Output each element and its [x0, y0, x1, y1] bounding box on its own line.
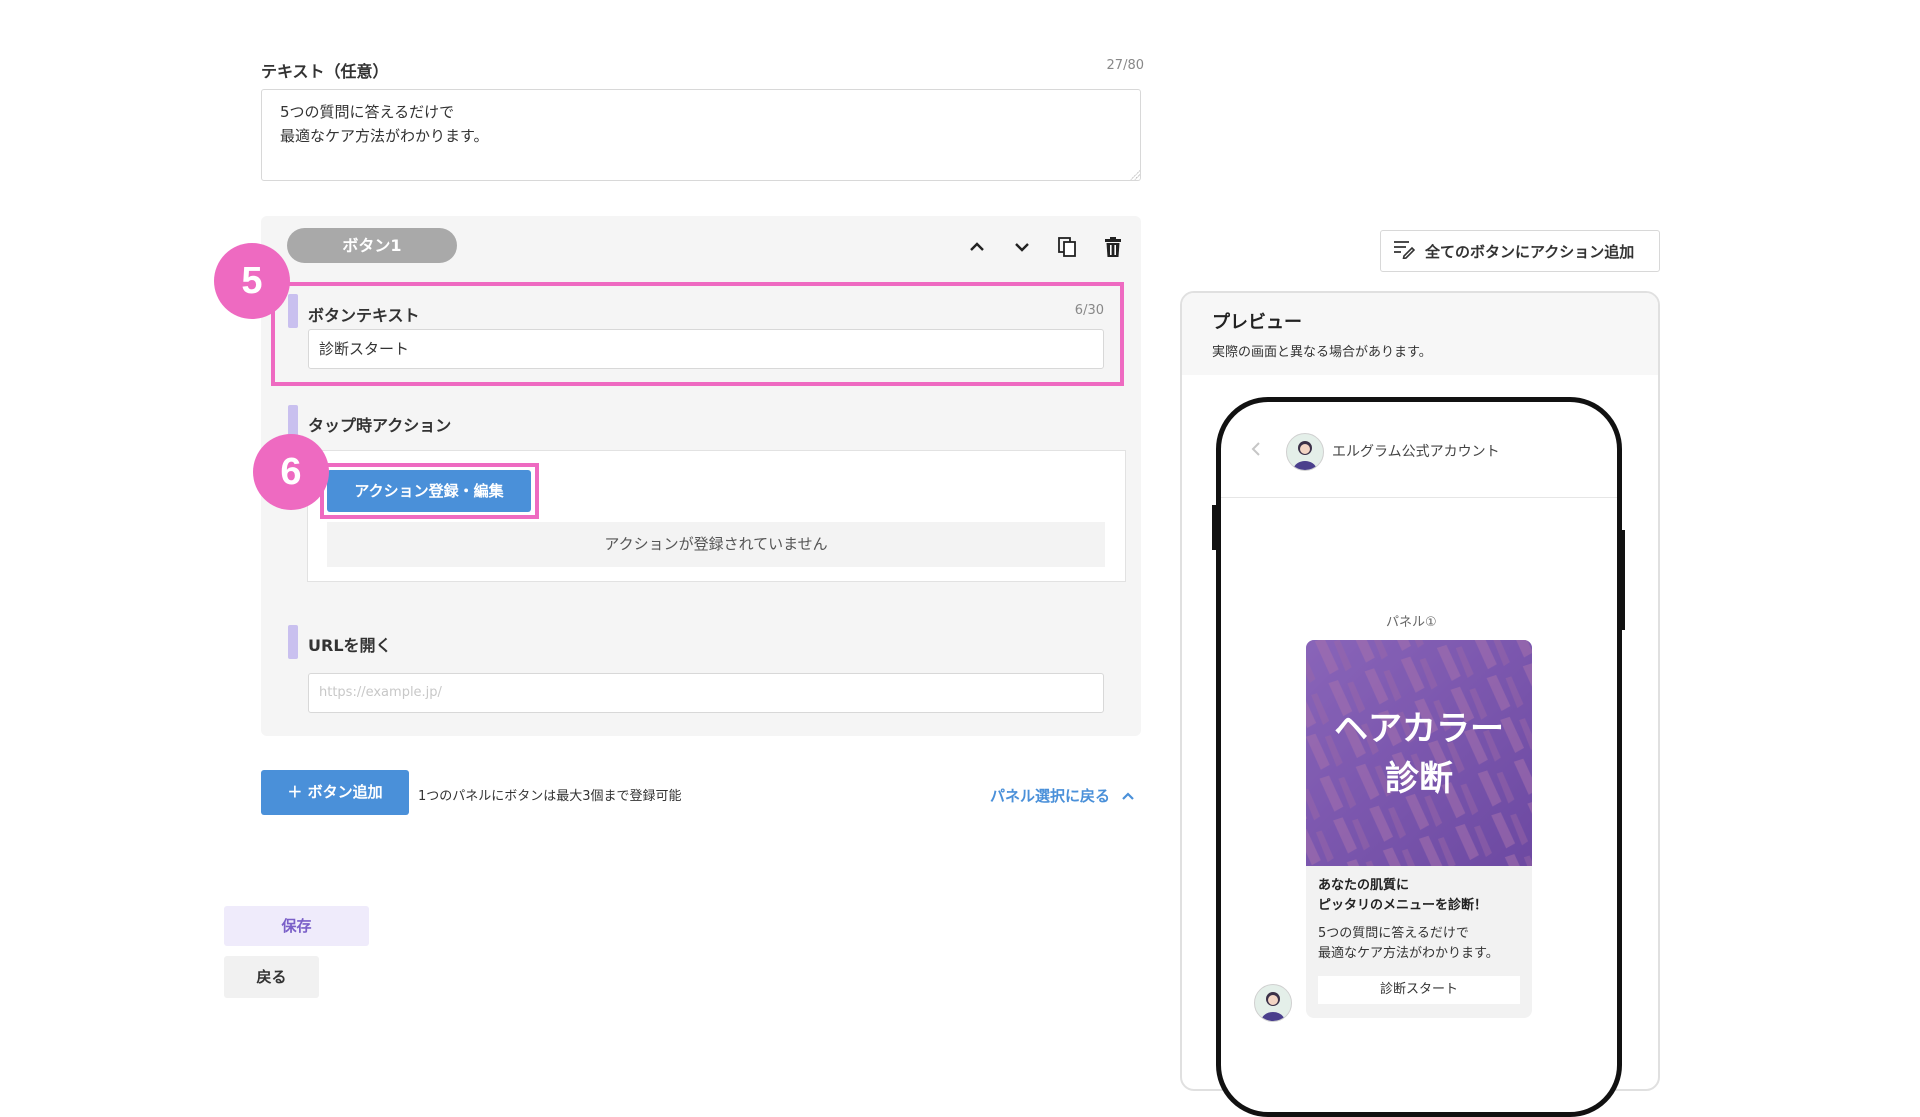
preview-title: プレビュー	[1212, 312, 1302, 333]
text-textarea[interactable]: 5つの質問に答えるだけで 最適なケア方法がわかります。	[261, 89, 1141, 181]
copy-icon[interactable]	[1052, 232, 1082, 262]
card-image-title-2: 診断	[1385, 759, 1453, 799]
chevron-down-icon[interactable]	[1007, 232, 1037, 262]
max-buttons-note: 1つのパネルにボタンは最大3個まで登録可能	[418, 789, 682, 804]
accent-bar	[288, 625, 298, 659]
step5-highlight-box	[271, 282, 1124, 386]
card-action-button[interactable]: 診断スタート	[1318, 976, 1520, 1004]
phone-side-button	[1617, 530, 1625, 630]
phone-side-button	[1212, 505, 1220, 550]
tap-action-label: タップ時アクション	[308, 416, 452, 435]
trash-icon[interactable]	[1098, 232, 1128, 262]
no-action-message: アクションが登録されていません	[327, 522, 1105, 567]
add-button[interactable]: ＋ ボタン追加	[261, 770, 409, 815]
chevron-up-icon	[1121, 789, 1135, 805]
panel-label: パネル①	[1386, 615, 1437, 630]
chevron-up-icon[interactable]	[962, 232, 992, 262]
filter-edit-icon	[1393, 239, 1416, 263]
message-avatar	[1254, 984, 1292, 1022]
return-button[interactable]: 戻る	[224, 956, 319, 998]
preview-header	[1182, 293, 1658, 375]
card-image: ヘアカラー 診断	[1306, 640, 1532, 866]
save-button[interactable]: 保存	[224, 906, 369, 946]
card-title: あなたの肌質に ピッタリのメニューを診断！	[1318, 878, 1488, 913]
account-name: エルグラム公式アカウント	[1332, 444, 1500, 460]
step6-badge: 6	[253, 434, 329, 510]
back-to-panel-link[interactable]: パネル選択に戻る	[990, 785, 1135, 806]
step5-badge: 5	[214, 243, 290, 319]
back-link-label: パネル選択に戻る	[990, 787, 1111, 805]
add-action-all-button[interactable]: 全てのボタンにアクション追加	[1380, 230, 1660, 272]
add-action-all-label: 全てのボタンにアクション追加	[1425, 242, 1635, 261]
preview-subtitle: 実際の画面と異なる場合があります。	[1212, 345, 1432, 360]
url-input[interactable]: https://example.jp/	[308, 673, 1104, 713]
button-tab-pill[interactable]: ボタン1	[287, 228, 457, 263]
chevron-left-icon	[1250, 440, 1262, 463]
step6-highlight-box	[320, 463, 539, 519]
text-char-count: 27/80	[1106, 58, 1144, 73]
card-image-title-1: ヘアカラー	[1334, 709, 1504, 749]
text-field-label: テキスト（任意）	[261, 62, 389, 81]
card-text: 5つの質問に答えるだけで 最適なケア方法がわかります。	[1318, 926, 1499, 961]
resize-handle[interactable]	[1130, 170, 1140, 180]
chat-header-divider	[1221, 497, 1617, 498]
account-avatar	[1286, 433, 1324, 471]
url-label: URLを開く	[308, 636, 392, 655]
